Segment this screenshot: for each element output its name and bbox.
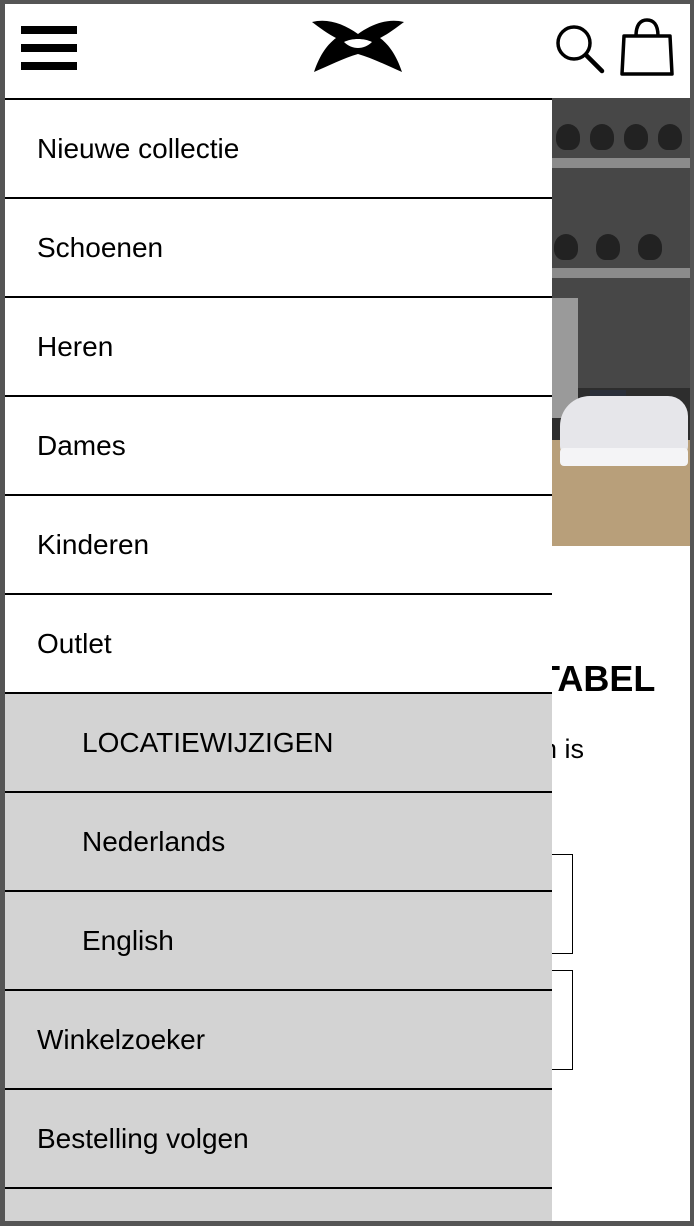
kettlebell-rack xyxy=(550,268,690,278)
kettlebell xyxy=(638,234,662,260)
menu-item-outlet[interactable]: Outlet xyxy=(5,593,552,692)
menu-item-label: LOCATIEWIJZIGEN xyxy=(82,726,334,758)
menu-item-dames[interactable]: Dames xyxy=(5,395,552,494)
menu-item-label: Winkelzoeker xyxy=(37,1023,206,1055)
menu-item-schoenen[interactable]: Schoenen xyxy=(5,197,552,296)
kettlebell xyxy=(596,234,620,260)
hero-image[interactable] xyxy=(550,98,690,546)
kettlebell xyxy=(658,124,682,150)
shopping-bag-icon[interactable] xyxy=(619,18,675,78)
sneaker-sole xyxy=(560,448,688,466)
menu-item-more[interactable] xyxy=(5,1187,552,1221)
section-text: n is xyxy=(550,734,585,764)
navigation-drawer: Nieuwe collectie Schoenen Heren Dames Ki… xyxy=(5,98,552,1221)
kettlebell xyxy=(590,124,614,150)
menu-item-kinderen[interactable]: Kinderen xyxy=(5,494,552,593)
menu-item-heren[interactable]: Heren xyxy=(5,296,552,395)
kettlebell xyxy=(624,124,648,150)
search-icon[interactable] xyxy=(553,22,605,74)
menu-item-label: Nieuwe collectie xyxy=(37,132,240,164)
menu-item-label: Kinderen xyxy=(37,528,150,560)
section-heading: TABEL xyxy=(550,658,656,699)
site-header xyxy=(5,4,690,98)
kettlebell xyxy=(556,124,580,150)
menu-item-label: Nederlands xyxy=(82,825,226,857)
app-screen: TABEL n is Nieuwe collectie Schoenen Her… xyxy=(5,4,690,1221)
menu-item-label: Bestelling volgen xyxy=(37,1122,249,1154)
menu-item-bestelling-volgen[interactable]: Bestelling volgen xyxy=(5,1088,552,1187)
menu-item-label: Dames xyxy=(37,429,126,461)
menu-item-nederlands[interactable]: Nederlands xyxy=(5,791,552,890)
menu-item-label: Outlet xyxy=(37,627,112,659)
menu-item-nieuwe-collectie[interactable]: Nieuwe collectie xyxy=(5,98,552,197)
menu-item-locatiewijzigen[interactable]: LOCATIEWIJZIGEN xyxy=(5,692,552,791)
menu-item-english[interactable]: English xyxy=(5,890,552,989)
menu-item-label: English xyxy=(82,924,174,956)
kettlebell-rack xyxy=(550,158,690,168)
kettlebell xyxy=(554,234,578,260)
under-armour-logo[interactable] xyxy=(310,18,406,76)
hamburger-menu-icon[interactable] xyxy=(21,24,77,72)
menu-item-label: Heren xyxy=(37,330,114,362)
menu-item-label: Schoenen xyxy=(37,231,164,263)
menu-item-winkelzoeker[interactable]: Winkelzoeker xyxy=(5,989,552,1088)
sneaker xyxy=(560,396,688,456)
